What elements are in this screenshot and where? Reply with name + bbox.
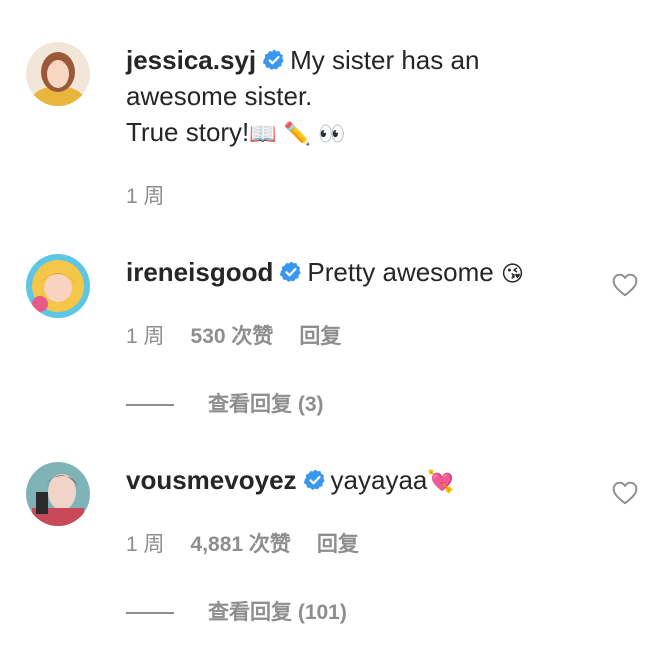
kiss-emoji: 😘 [501, 262, 524, 287]
comment-body: vousmevoyez yayayaa💘 [126, 462, 588, 498]
comment-time[interactable]: 1 周 [126, 533, 165, 556]
verified-badge-icon [303, 469, 325, 490]
verified-badge-icon [280, 261, 302, 282]
reply-button[interactable]: 回复 [317, 533, 359, 556]
comment-text-line1: My sister has an [290, 45, 480, 75]
comment-text: ireneisgood Pretty awesome 😘 [126, 254, 588, 290]
heart-outline-icon[interactable] [612, 481, 638, 505]
username[interactable]: vousmevoyez [126, 465, 297, 495]
comment-time[interactable]: 1 周 [126, 325, 165, 348]
avatar[interactable] [26, 42, 90, 106]
heart-arrow-emoji: 💘 [427, 470, 455, 495]
comment-text-line3: True story! [126, 117, 250, 147]
verified-badge-icon [263, 49, 284, 70]
view-replies-button[interactable]: 查看回复 (3) [126, 388, 324, 418]
view-replies-button[interactable]: 查看回复 (101) [126, 596, 347, 626]
avatar[interactable] [26, 462, 90, 526]
divider-line [126, 404, 174, 407]
avatar-image [26, 462, 90, 526]
avatar[interactable] [26, 254, 90, 318]
divider-line [126, 612, 174, 615]
username[interactable]: ireneisgood [126, 257, 273, 287]
comment-meta: 1 周 [126, 180, 191, 210]
comment-time[interactable]: 1 周 [126, 185, 165, 208]
comment-meta: 1 周 530 次赞 回复 [126, 320, 367, 350]
comment-body: jessica.syj My sister has an awesome sis… [126, 42, 588, 150]
emoji-group: 📖 ✏️ 👀 [249, 122, 346, 147]
comment-text: jessica.syj My sister has an awesome sis… [126, 42, 588, 150]
avatar-image [26, 254, 90, 318]
heart-outline-icon[interactable] [612, 273, 638, 297]
avatar-image [26, 42, 90, 106]
username[interactable]: jessica.syj [126, 45, 256, 75]
likes-count[interactable]: 530 次赞 [191, 325, 274, 348]
comment-text-line2: awesome sister. [126, 81, 313, 111]
likes-count[interactable]: 4,881 次赞 [191, 533, 291, 556]
view-replies-label: 查看回复 (101) [208, 601, 347, 624]
reply-button[interactable]: 回复 [299, 325, 341, 348]
comment-body: ireneisgood Pretty awesome 😘 [126, 254, 588, 290]
comment-meta: 1 周 4,881 次赞 回复 [126, 528, 385, 558]
comment-text-content: Pretty awesome [307, 257, 494, 287]
view-replies-label: 查看回复 (3) [208, 393, 324, 416]
comment-text: vousmevoyez yayayaa💘 [126, 462, 588, 498]
comment-text-content: yayayaa [330, 465, 428, 495]
